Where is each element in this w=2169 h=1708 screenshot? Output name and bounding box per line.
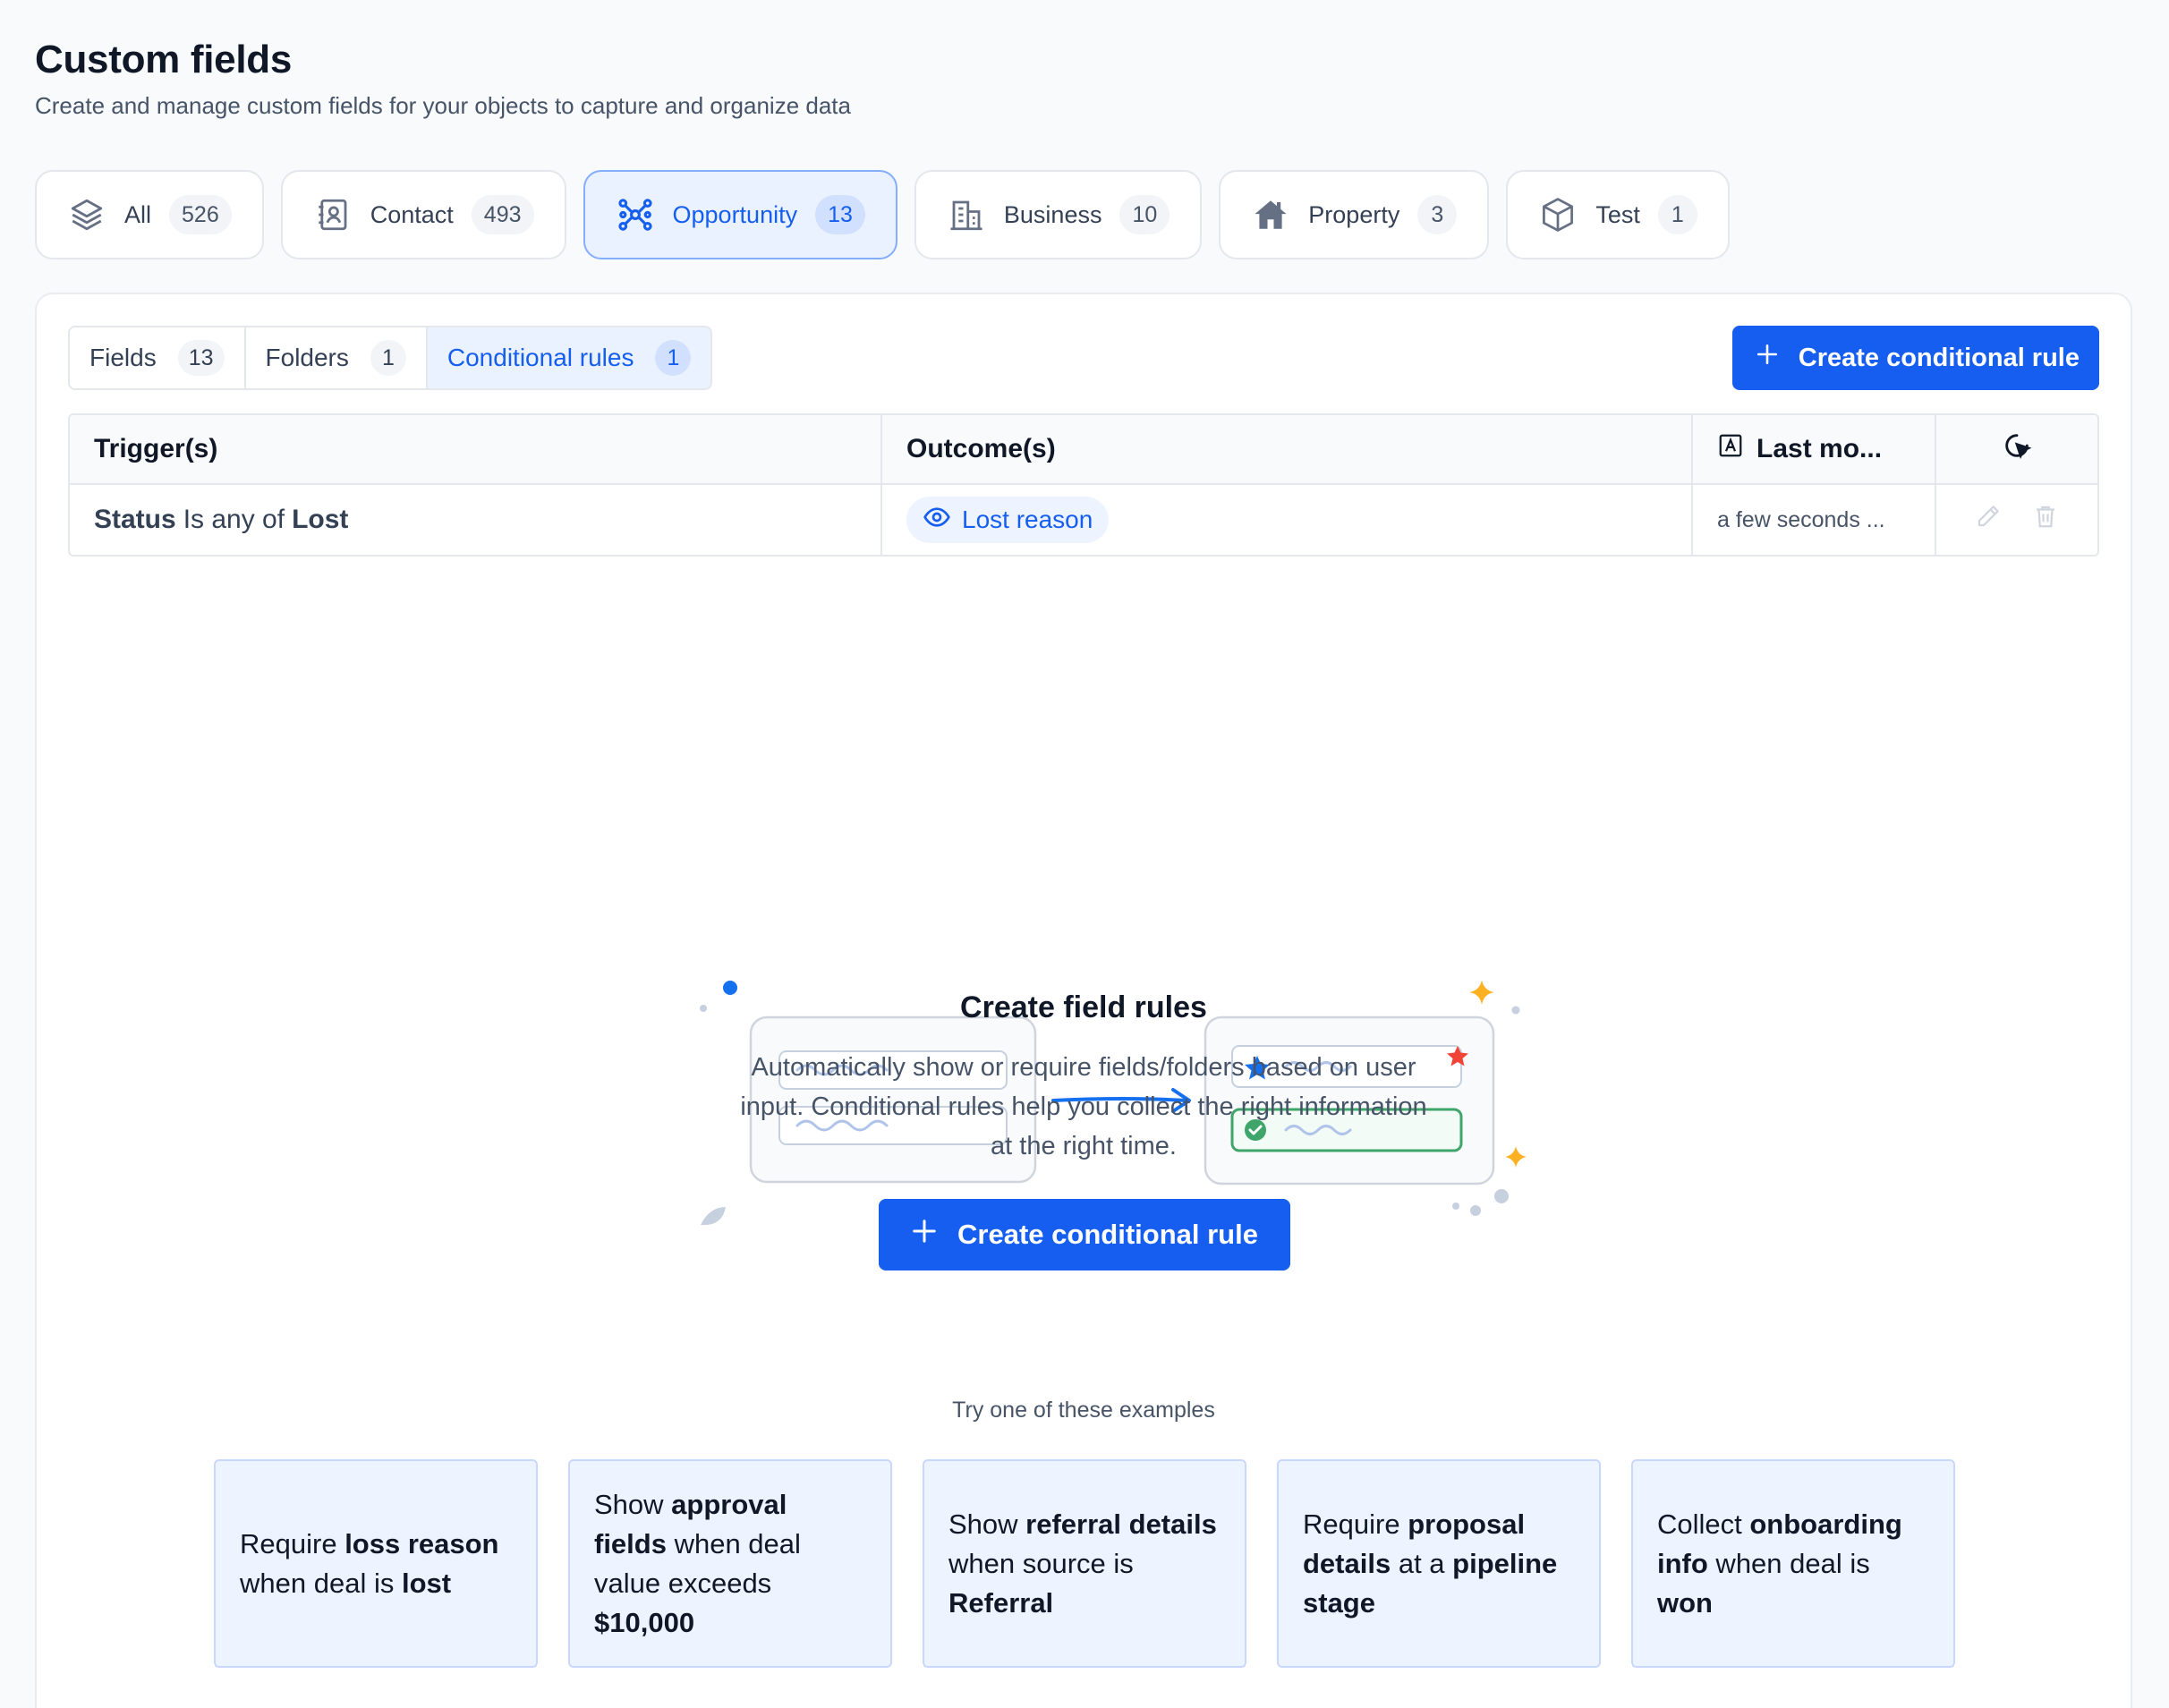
empty-state-description: Automatically show or require fields/fol… bbox=[740, 1053, 1427, 1160]
layers-icon bbox=[67, 195, 106, 234]
object-tab-label: Business bbox=[1003, 200, 1102, 228]
last-modified-cell: a few seconds ... bbox=[1693, 485, 1936, 555]
trash-icon[interactable] bbox=[2032, 503, 2059, 537]
object-tab-count: 3 bbox=[1417, 195, 1458, 234]
column-header-last-modified[interactable]: Last mo... bbox=[1693, 415, 1936, 483]
outcome-label: Lost reason bbox=[962, 506, 1093, 533]
trigger-value: Lost bbox=[292, 505, 349, 534]
example-card-approval-fields[interactable]: Show approval fields when deal value exc… bbox=[568, 1459, 892, 1668]
examples-label: Try one of these examples bbox=[952, 1398, 1215, 1423]
object-tab-opportunity[interactable]: Opportunity 13 bbox=[583, 170, 897, 259]
example-text: Collect onboarding info when deal is won bbox=[1657, 1508, 1902, 1619]
example-text: Require loss reason when deal is lost bbox=[240, 1527, 499, 1599]
building-icon bbox=[947, 195, 986, 234]
plus-icon bbox=[1756, 343, 1779, 373]
object-tab-label: Contact bbox=[370, 200, 454, 228]
object-tab-contact[interactable]: Contact 493 bbox=[280, 170, 566, 259]
object-tab-label: Test bbox=[1595, 200, 1640, 228]
object-tab-property[interactable]: Property 3 bbox=[1219, 170, 1490, 259]
sub-tabs: Fields 13 Folders 1 Conditional rules 1 bbox=[68, 326, 713, 390]
tab-label: Conditional rules bbox=[447, 344, 634, 371]
tab-conditional-rules[interactable]: Conditional rules 1 bbox=[427, 327, 711, 388]
tab-label: Fields bbox=[89, 344, 157, 371]
button-label: Create conditional rule bbox=[1798, 343, 2080, 372]
text-field-icon bbox=[1717, 432, 1744, 466]
example-card-referral-details[interactable]: Show referral details when source is Ref… bbox=[923, 1459, 1246, 1668]
outcome-pill: Lost reason bbox=[906, 497, 1110, 543]
network-icon bbox=[616, 195, 655, 234]
conditional-rules-card: Fields 13 Folders 1 Conditional rules 1 … bbox=[35, 293, 2132, 1708]
object-tab-test[interactable]: Test 1 bbox=[1506, 170, 1730, 259]
trigger-cell: Status Is any of Lost bbox=[70, 485, 882, 555]
trigger-field: Status bbox=[94, 505, 176, 534]
column-settings-icon bbox=[2002, 430, 2032, 468]
custom-fields-page: Custom fields Create and manage custom f… bbox=[0, 0, 2169, 1708]
tab-count: 1 bbox=[655, 340, 692, 376]
actions-cell bbox=[1936, 485, 2097, 555]
rules-table: Trigger(s) Outcome(s) Last mo... Status bbox=[68, 413, 2099, 557]
column-header-label: Last mo... bbox=[1756, 434, 1883, 463]
example-card-loss-reason[interactable]: Require loss reason when deal is lost bbox=[214, 1459, 538, 1668]
object-tab-label: Opportunity bbox=[672, 200, 798, 228]
object-tab-label: All bbox=[124, 200, 152, 228]
object-tab-count: 493 bbox=[471, 195, 534, 234]
table-row[interactable]: Status Is any of Lost Lost reason a few … bbox=[70, 485, 2097, 555]
empty-state-create-rule-button[interactable]: Create conditional rule bbox=[879, 1199, 1290, 1270]
contact-book-icon bbox=[313, 195, 353, 234]
page-subtitle: Create and manage custom fields for your… bbox=[35, 92, 851, 119]
column-header-actions[interactable] bbox=[1936, 415, 2097, 483]
object-tab-business[interactable]: Business 10 bbox=[914, 170, 1203, 259]
object-tab-count: 13 bbox=[815, 195, 865, 234]
cube-icon bbox=[1538, 195, 1578, 234]
tab-label: Folders bbox=[265, 344, 349, 371]
example-card-onboarding-info[interactable]: Collect onboarding info when deal is won bbox=[1631, 1459, 1955, 1668]
table-header-row: Trigger(s) Outcome(s) Last mo... bbox=[70, 415, 2097, 485]
column-header-trigger[interactable]: Trigger(s) bbox=[70, 415, 882, 483]
create-conditional-rule-button[interactable]: Create conditional rule bbox=[1731, 326, 2099, 390]
example-cards: Require loss reason when deal is lost Sh… bbox=[214, 1459, 1955, 1668]
object-tab-label: Property bbox=[1308, 200, 1400, 228]
eye-icon bbox=[923, 503, 951, 538]
example-text: Require proposal details at a pipeline s… bbox=[1303, 1508, 1558, 1619]
house-icon bbox=[1251, 195, 1290, 234]
empty-state-title: Create field rules bbox=[960, 990, 1207, 1024]
object-tab-count: 526 bbox=[169, 195, 232, 234]
plus-icon bbox=[911, 1218, 938, 1252]
example-text: Show approval fields when deal value exc… bbox=[594, 1488, 801, 1638]
object-tab-all[interactable]: All 526 bbox=[35, 170, 264, 259]
tab-count: 13 bbox=[177, 340, 225, 376]
example-card-proposal-details[interactable]: Require proposal details at a pipeline s… bbox=[1277, 1459, 1601, 1668]
column-header-outcome[interactable]: Outcome(s) bbox=[882, 415, 1693, 483]
tab-folders[interactable]: Folders 1 bbox=[245, 327, 428, 388]
outcome-cell: Lost reason bbox=[882, 485, 1693, 555]
object-tabs: All 526 Contact 493 Opportunity 13 Busin… bbox=[35, 170, 1730, 259]
example-text: Show referral details when source is Ref… bbox=[948, 1508, 1217, 1619]
trigger-operator: Is any of bbox=[183, 505, 285, 534]
edit-pencil-icon[interactable] bbox=[1975, 503, 2002, 537]
object-tab-count: 10 bbox=[1119, 195, 1170, 234]
button-label: Create conditional rule bbox=[957, 1219, 1258, 1250]
page-title: Custom fields bbox=[35, 38, 293, 81]
tab-fields[interactable]: Fields 13 bbox=[70, 327, 246, 388]
object-tab-count: 1 bbox=[1657, 195, 1697, 234]
tab-count: 1 bbox=[370, 340, 406, 376]
